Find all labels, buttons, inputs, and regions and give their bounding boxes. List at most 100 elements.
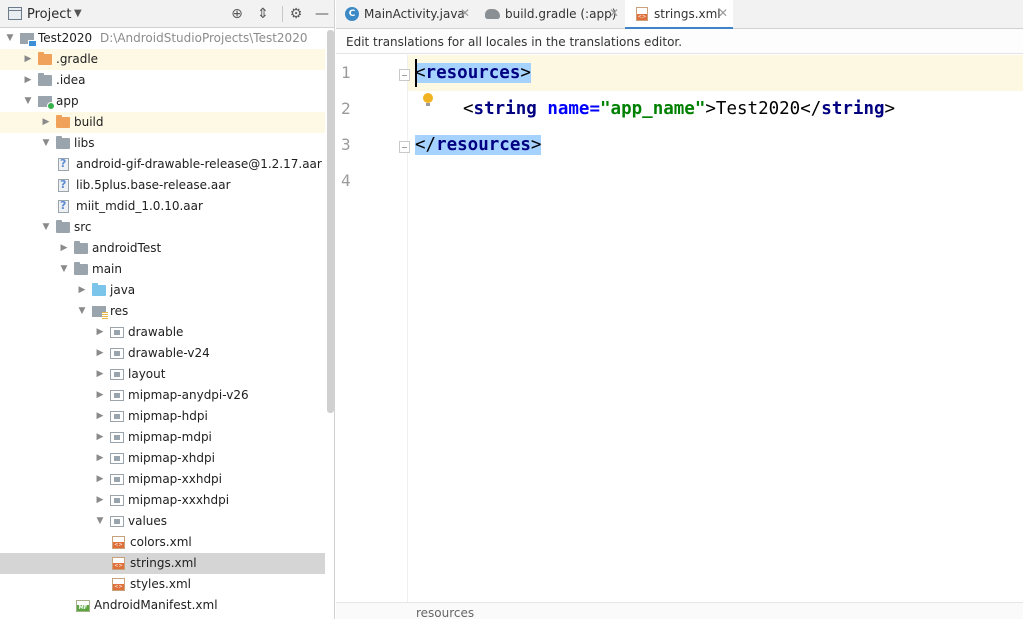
tree-item-label: res <box>110 304 129 318</box>
xml-file-icon <box>112 557 125 570</box>
collapsed-arrow-icon[interactable]: ▶ <box>94 427 106 448</box>
tree-item[interactable]: ▶ mipmap-xhdpi <box>0 448 325 469</box>
project-root-folder-icon <box>20 33 37 47</box>
unknown-file-icon <box>58 178 69 192</box>
xml-file-icon <box>112 536 125 549</box>
code-tag: string <box>473 99 537 119</box>
close-icon[interactable]: ✕ <box>718 6 728 20</box>
tree-item-label: libs <box>74 136 95 150</box>
collapsed-arrow-icon[interactable]: ▶ <box>94 343 106 364</box>
tree-item[interactable]: ▶ mipmap-xxxhdpi <box>0 490 325 511</box>
tree-item[interactable]: ▶ .gradle <box>0 49 325 70</box>
tree-item[interactable]: strings.xml <box>0 553 325 574</box>
tree-item-label: mipmap-hdpi <box>128 409 208 423</box>
expanded-arrow-icon[interactable]: ▼ <box>76 301 88 322</box>
tree-item-label: app <box>56 94 79 108</box>
tree-item[interactable]: android-gif-drawable-release@1.2.17.aar <box>0 154 325 175</box>
expanded-arrow-icon[interactable]: ▼ <box>94 511 106 532</box>
close-icon[interactable]: ✕ <box>609 6 619 20</box>
expanded-arrow-icon[interactable]: ▼ <box>40 133 52 154</box>
tree-item[interactable]: ▶ build <box>0 112 325 133</box>
tab-mainactivity-java[interactable]: C MainActivity.java ✕ <box>336 0 476 29</box>
collapsed-arrow-icon[interactable]: ▶ <box>94 322 106 343</box>
collapsed-arrow-icon[interactable]: ▶ <box>94 406 106 427</box>
fold-marker-icon[interactable] <box>399 69 410 81</box>
code-token: = <box>589 99 601 119</box>
project-panel-header: Project ▼ ⊕ ⇕ ⚙ — <box>0 0 334 28</box>
collapsed-arrow-icon[interactable]: ▶ <box>94 469 106 490</box>
crosshair-icon[interactable]: ⊕ <box>228 5 246 23</box>
collapsed-arrow-icon[interactable]: ▶ <box>94 385 106 406</box>
breadcrumb: resources <box>336 602 1023 620</box>
tree-item-path: D:\AndroidStudioProjects\Test2020 <box>100 31 308 45</box>
minimize-icon[interactable]: — <box>313 5 331 23</box>
tree-item[interactable]: ▶ androidTest <box>0 238 325 259</box>
tree-item[interactable]: ▼ Test2020 D:\AndroidStudioProjects\Test20… <box>0 28 325 49</box>
folder-icon <box>38 73 52 86</box>
breadcrumb-item[interactable]: resources <box>416 606 474 620</box>
fold-marker-icon[interactable] <box>399 141 410 153</box>
tab-build-gradle[interactable]: build.gradle (:app) ✕ <box>476 0 624 29</box>
tree-item[interactable]: ▶ mipmap-anydpi-v26 <box>0 385 325 406</box>
tree-item[interactable]: ▼ src <box>0 217 325 238</box>
expanded-arrow-icon[interactable]: ▼ <box>22 91 34 112</box>
collapsed-arrow-icon[interactable]: ▶ <box>58 238 70 259</box>
tree-item-label: miit_mdid_1.0.10.aar <box>76 199 203 213</box>
tree-item[interactable]: ▼ values <box>0 511 325 532</box>
tree-item[interactable]: ▶ mipmap-hdpi <box>0 406 325 427</box>
tree-item[interactable]: ▶ layout <box>0 364 325 385</box>
tab-label: build.gradle (:app) <box>505 7 617 21</box>
project-view-selector[interactable]: Project <box>27 7 71 22</box>
tree-item[interactable]: ▶ drawable-v24 <box>0 343 325 364</box>
resource-folder-icon <box>92 306 108 319</box>
chevron-down-icon[interactable]: ▼ <box>74 8 82 19</box>
package-folder-icon <box>110 369 124 380</box>
collapsed-arrow-icon[interactable]: ▶ <box>22 70 34 91</box>
close-icon[interactable]: ✕ <box>460 6 470 20</box>
code-editor[interactable]: 1 2 3 4 <resources> <string name="app_na… <box>336 55 1023 602</box>
lightbulb-icon[interactable] <box>423 93 433 106</box>
tree-item[interactable]: ▼ libs <box>0 133 325 154</box>
tree-item-label: colors.xml <box>130 535 192 549</box>
collapsed-arrow-icon[interactable]: ▶ <box>94 448 106 469</box>
code-attribute: name <box>547 99 590 119</box>
project-view-icon <box>8 7 22 20</box>
package-folder-icon <box>110 432 124 443</box>
tree-item[interactable]: ▼ main <box>0 259 325 280</box>
line-number: 4 <box>341 171 351 190</box>
tree-item[interactable]: ▶ .idea <box>0 70 325 91</box>
tree-item[interactable]: ▼ app <box>0 91 325 112</box>
tree-item[interactable]: ▶ mipmap-xxhdpi <box>0 469 325 490</box>
tree-item[interactable]: AndroidManifest.xml <box>0 595 325 616</box>
folder-icon <box>56 220 70 233</box>
line-number: 2 <box>341 99 351 118</box>
tree-item-label: mipmap-anydpi-v26 <box>128 388 249 402</box>
project-tool-window: Project ▼ ⊕ ⇕ ⚙ — ▼ Test2020 D:\AndroidStu… <box>0 0 335 619</box>
collapsed-arrow-icon[interactable]: ▶ <box>22 49 34 70</box>
collapsed-arrow-icon[interactable]: ▶ <box>76 280 88 301</box>
collapse-all-icon[interactable]: ⇕ <box>254 5 272 23</box>
tree-item[interactable]: colors.xml <box>0 532 325 553</box>
package-folder-icon <box>110 495 124 506</box>
collapsed-arrow-icon[interactable]: ▶ <box>94 364 106 385</box>
gear-icon[interactable]: ⚙ <box>287 5 305 23</box>
tree-item[interactable]: styles.xml <box>0 574 325 595</box>
unknown-file-icon <box>58 199 69 213</box>
tree-item[interactable]: ▶ java <box>0 280 325 301</box>
notice-text: Edit translations for all locales in the… <box>346 35 683 49</box>
tree-item[interactable]: ▶ drawable <box>0 322 325 343</box>
code-token: > <box>705 99 716 119</box>
expanded-arrow-icon[interactable]: ▼ <box>4 28 16 49</box>
tree-scrollbar-thumb[interactable] <box>327 30 334 413</box>
tree-item[interactable]: miit_mdid_1.0.10.aar <box>0 196 325 217</box>
code-token: > <box>520 63 531 83</box>
tree-item[interactable]: ▼ res <box>0 301 325 322</box>
tree-item[interactable]: lib.5plus.base-release.aar <box>0 175 325 196</box>
tree-item[interactable]: ▶ mipmap-mdpi <box>0 427 325 448</box>
tab-strings-xml[interactable]: strings.xml ✕ <box>625 0 733 30</box>
expanded-arrow-icon[interactable]: ▼ <box>40 217 52 238</box>
code-text: Test2020 <box>715 99 801 119</box>
expanded-arrow-icon[interactable]: ▼ <box>58 259 70 280</box>
collapsed-arrow-icon[interactable]: ▶ <box>94 490 106 511</box>
collapsed-arrow-icon[interactable]: ▶ <box>40 112 52 133</box>
